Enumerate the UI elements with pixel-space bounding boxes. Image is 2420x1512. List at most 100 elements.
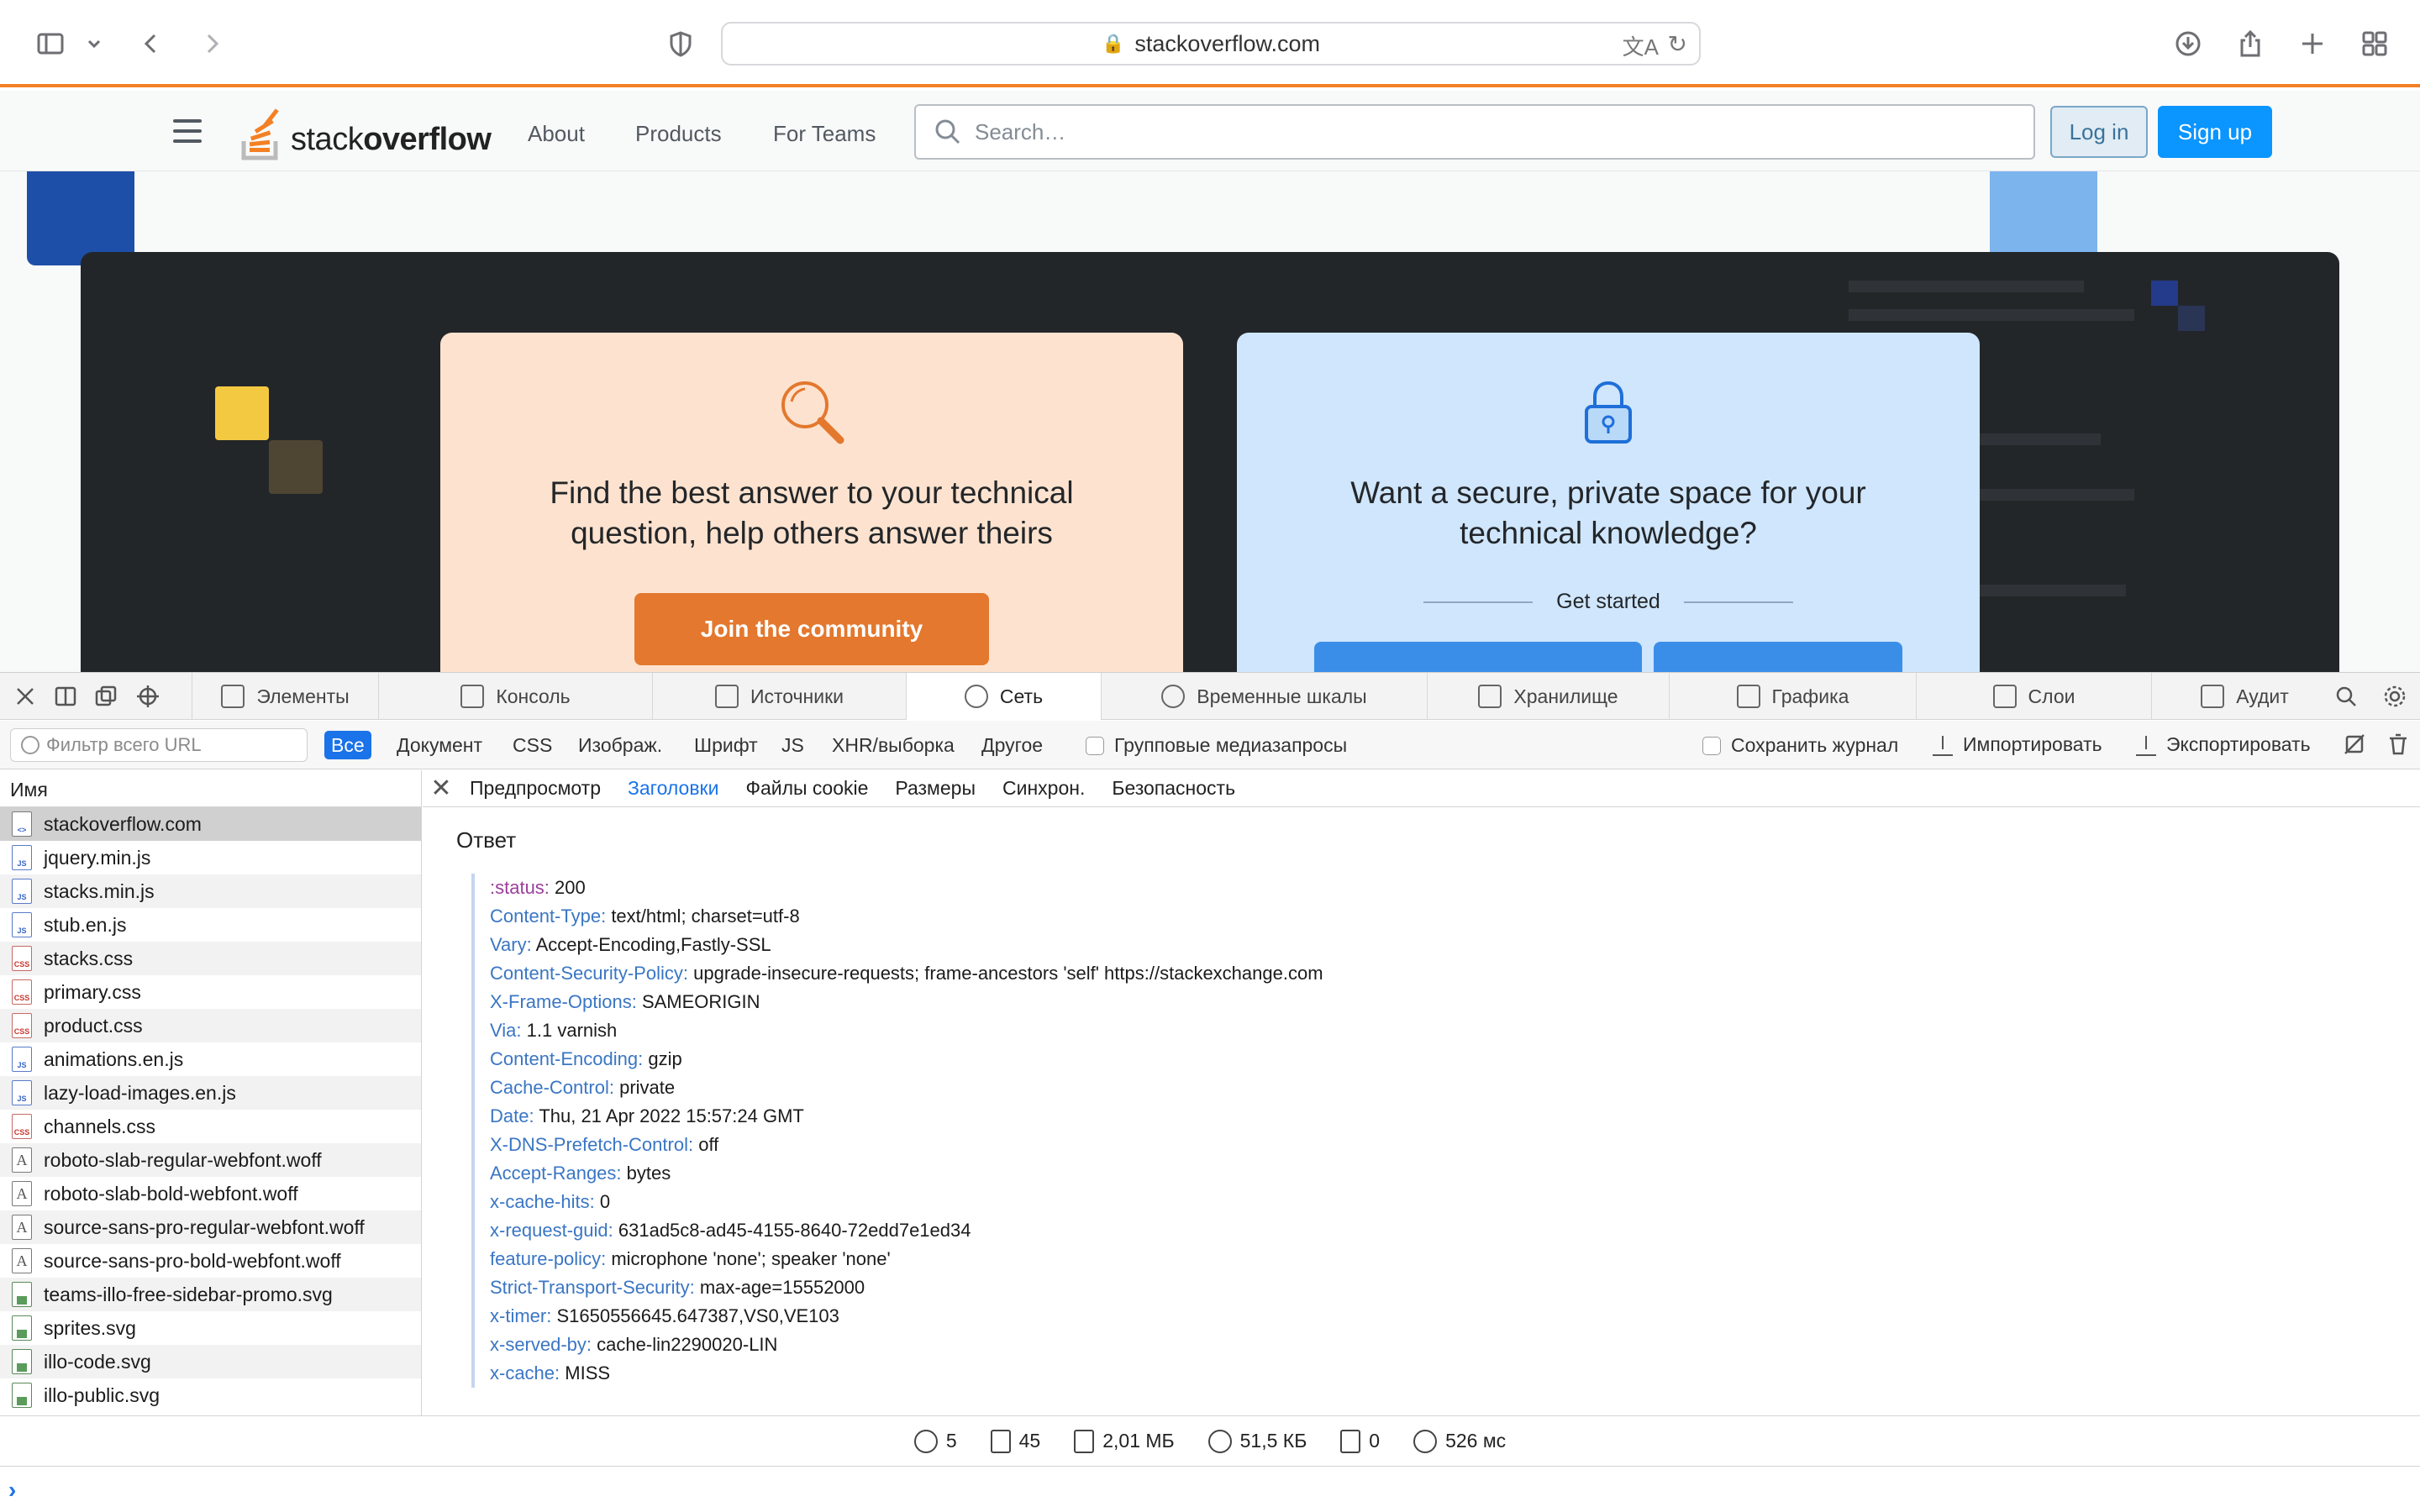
disable-cache-icon[interactable]	[2339, 729, 2370, 759]
file-row[interactable]: JS lazy-load-images.en.js	[0, 1076, 421, 1110]
login-button[interactable]: Log in	[2050, 106, 2148, 158]
downloads-icon[interactable]	[2168, 24, 2208, 64]
tab-headers[interactable]: Заголовки	[628, 777, 718, 800]
nav-for-teams[interactable]: For Teams	[763, 114, 886, 154]
storage-icon	[1478, 685, 1502, 708]
filter-all[interactable]: Все	[324, 731, 371, 759]
file-row[interactable]: Asource-sans-pro-bold-webfont.woff	[0, 1244, 421, 1278]
file-name: stackoverflow.com	[44, 812, 202, 835]
filter-fonts[interactable]: Шрифт	[687, 731, 765, 759]
file-row[interactable]: Asource-sans-pro-regular-webfont.woff	[0, 1210, 421, 1244]
file-row[interactable]: sprites.svg	[0, 1311, 421, 1345]
chevron-down-icon[interactable]	[77, 24, 111, 64]
nav-products[interactable]: Products	[625, 114, 732, 154]
stack-logo-icon	[241, 108, 279, 160]
filter-js[interactable]: JS	[775, 731, 811, 759]
tab-graphics[interactable]: Графика	[1669, 673, 1916, 720]
header-key: x-timer:	[490, 1305, 552, 1326]
tab-timelines[interactable]: Временные шкалы	[1101, 673, 1427, 720]
css-file-icon: CSS	[12, 946, 32, 971]
stackoverflow-logo[interactable]: stackoverflow	[240, 102, 492, 161]
export-button[interactable]: Экспортировать	[2136, 733, 2311, 756]
file-row[interactable]: JS stacks.min.js	[0, 874, 421, 908]
file-name: stub.en.js	[44, 913, 127, 936]
address-bar[interactable]: 🔒 stackoverflow.com 文A ↻	[721, 22, 1701, 66]
sidebar-toggle-icon[interactable]	[30, 24, 71, 64]
file-row[interactable]: illo-code.svg	[0, 1345, 421, 1378]
name-column-header[interactable]: Имя	[0, 770, 421, 807]
decorative-square	[269, 440, 323, 494]
translate-icon[interactable]: 文A	[1623, 30, 1659, 61]
teams-option-button[interactable]	[1314, 642, 1642, 675]
dock-side-icon[interactable]	[50, 681, 81, 711]
hamburger-menu-icon[interactable]	[173, 119, 202, 143]
tab-timing[interactable]: Синхрон.	[1002, 777, 1085, 800]
tab-security[interactable]: Безопасность	[1112, 777, 1235, 800]
share-icon[interactable]	[2230, 24, 2270, 64]
clear-trash-icon[interactable]	[2383, 729, 2413, 759]
settings-gear-icon[interactable]	[2380, 681, 2410, 711]
file-row[interactable]: CSS primary.css	[0, 975, 421, 1009]
file-row[interactable]: CSS channels.css	[0, 1110, 421, 1143]
header-key: Content-Type:	[490, 906, 607, 927]
forward-icon[interactable]	[192, 24, 232, 64]
file-row[interactable]: illo-public.svg	[0, 1378, 421, 1412]
join-community-button[interactable]: Join the community	[634, 593, 989, 665]
decorative-block	[1990, 171, 2097, 252]
file-row[interactable]: JS stub.en.js	[0, 908, 421, 942]
import-button[interactable]: Импортировать	[1933, 733, 2102, 756]
tab-layers[interactable]: Слои	[1916, 673, 2151, 720]
file-row[interactable]: CSS stacks.css	[0, 942, 421, 975]
teams-option-button[interactable]	[1654, 642, 1902, 675]
tab-audit[interactable]: Аудит	[2151, 673, 2338, 720]
file-row[interactable]: CSS product.css	[0, 1009, 421, 1042]
file-row[interactable]: teams-illo-free-sidebar-promo.svg	[0, 1278, 421, 1311]
header-value: SAMEORIGIN	[641, 991, 760, 1012]
site-search-input[interactable]: Search…	[914, 104, 2035, 160]
tab-preview[interactable]: Предпросмотр	[470, 777, 601, 800]
reload-icon[interactable]: ↻	[1668, 30, 1687, 58]
tab-cookies[interactable]: Файлы cookie	[745, 777, 868, 800]
tab-network[interactable]: Сеть	[906, 673, 1101, 720]
signup-button[interactable]: Sign up	[2158, 106, 2272, 158]
file-row[interactable]: JS animations.en.js	[0, 1042, 421, 1076]
js-file-icon: JS	[12, 912, 32, 937]
header-row: x-cache-hits: 0	[490, 1188, 2420, 1216]
tab-sizes[interactable]: Размеры	[895, 777, 976, 800]
tab-label: Сеть	[999, 685, 1044, 707]
close-inspector-icon[interactable]	[10, 681, 40, 711]
group-media-checkbox[interactable]: Групповые медиазапросы	[1086, 734, 1347, 757]
detach-window-icon[interactable]	[91, 681, 121, 711]
header-value: microphone 'none'; speaker 'none'	[611, 1248, 891, 1269]
web-inspector: Элементы Консоль Источники Сеть Временны…	[0, 672, 2420, 1512]
filter-css[interactable]: CSS	[506, 731, 559, 759]
file-row[interactable]: <> stackoverflow.com	[0, 807, 421, 841]
nav-about[interactable]: About	[518, 114, 595, 154]
layers-icon	[1992, 685, 2017, 708]
filter-xhr[interactable]: XHR/выборка	[825, 731, 961, 759]
teams-heading-line2: technical knowledge?	[1460, 516, 1757, 550]
file-row[interactable]: JS jquery.min.js	[0, 841, 421, 874]
search-icon[interactable]	[2331, 681, 2361, 711]
tab-storage[interactable]: Хранилище	[1427, 673, 1669, 720]
tab-elements[interactable]: Элементы	[192, 673, 378, 720]
quick-console[interactable]: ›	[0, 1466, 2420, 1512]
tab-console[interactable]: Консоль	[378, 673, 652, 720]
back-icon[interactable]	[131, 24, 171, 64]
filter-images[interactable]: Изображ.	[571, 731, 669, 759]
close-details-icon[interactable]: ✕	[423, 770, 460, 807]
file-row[interactable]: Aroboto-slab-bold-webfont.woff	[0, 1177, 421, 1210]
filter-document[interactable]: Документ	[390, 731, 489, 759]
tab-overview-icon[interactable]	[2354, 24, 2395, 64]
filter-other[interactable]: Другое	[975, 731, 1050, 759]
resources-value: 45	[1018, 1430, 1041, 1452]
privacy-shield-icon[interactable]	[660, 24, 701, 64]
file-row[interactable]: Aroboto-slab-regular-webfont.woff	[0, 1143, 421, 1177]
import-label: Импортировать	[1963, 733, 2102, 755]
preserve-log-checkbox[interactable]: Сохранить журнал	[1702, 734, 1898, 757]
tab-sources[interactable]: Источники	[652, 673, 906, 720]
url-filter-input[interactable]: Фильтр всего URL	[10, 728, 308, 762]
element-picker-icon[interactable]	[133, 681, 163, 711]
new-tab-icon[interactable]	[2292, 24, 2333, 64]
file-name: roboto-slab-bold-webfont.woff	[44, 1182, 298, 1205]
